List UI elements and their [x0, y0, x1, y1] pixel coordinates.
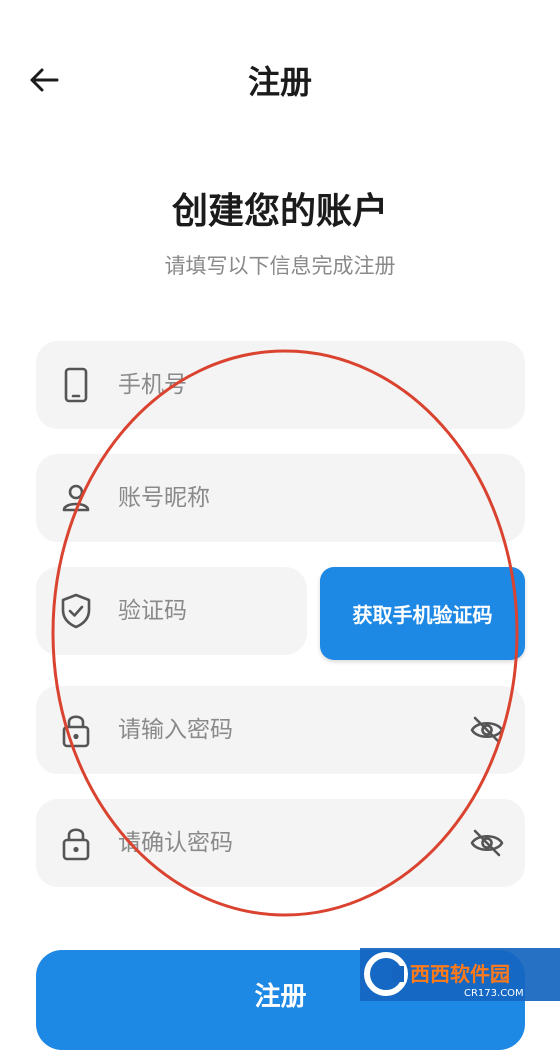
confirm-password-input[interactable] — [118, 799, 458, 887]
code-field — [36, 567, 307, 655]
phone-input[interactable] — [118, 341, 458, 429]
shield-check-icon — [56, 591, 96, 631]
nickname-field — [36, 454, 525, 542]
lock-icon — [56, 823, 96, 863]
eye-off-icon — [470, 829, 504, 857]
app-bar: 注册 — [0, 0, 560, 160]
get-code-button[interactable]: 获取手机验证码 — [320, 567, 525, 660]
confirm-password-field — [36, 799, 525, 887]
lock-icon — [56, 710, 96, 750]
create-account-heading: 创建您的账户 — [171, 191, 388, 232]
code-input[interactable] — [118, 567, 288, 655]
page-title: 注册 — [247, 63, 312, 101]
password-field — [36, 686, 525, 774]
person-icon — [56, 478, 96, 518]
password-input[interactable] — [118, 686, 458, 774]
toggle-password-visibility-button[interactable] — [467, 710, 507, 750]
phone-icon — [56, 365, 96, 405]
register-button[interactable]: 注册 — [36, 950, 525, 1050]
register-button-label: 注册 — [254, 982, 307, 1012]
eye-off-icon — [470, 716, 504, 744]
nickname-input[interactable] — [118, 454, 458, 542]
toggle-confirm-visibility-button[interactable] — [467, 823, 507, 863]
phone-field — [36, 341, 525, 429]
create-account-subtitle: 请填写以下信息完成注册 — [164, 254, 396, 278]
